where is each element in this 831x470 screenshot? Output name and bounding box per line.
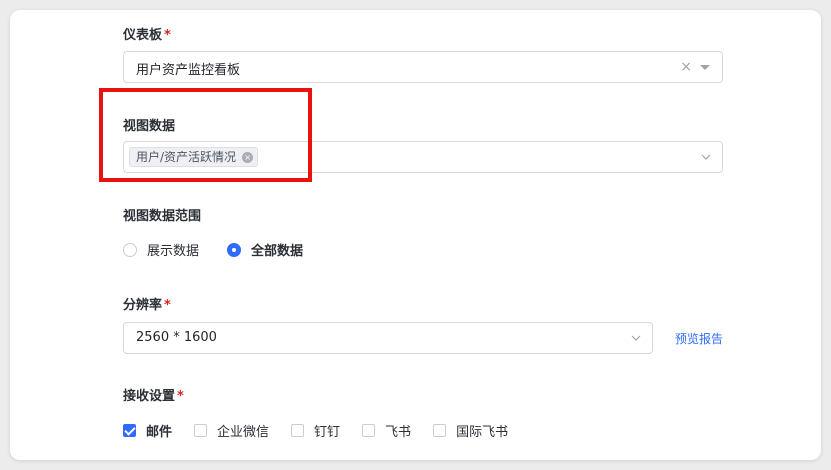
highlight-box xyxy=(99,88,312,182)
resolution-label: 分辨率 * xyxy=(123,294,171,313)
checkbox-wecom-label[interactable]: 企业微信 xyxy=(217,421,269,440)
dashboard-label-text: 仪表板 xyxy=(123,28,163,43)
receive-label-text: 接收设置 xyxy=(123,389,176,404)
checkbox-dingtalk-label[interactable]: 钉钉 xyxy=(314,421,340,440)
radio-show-data[interactable] xyxy=(123,242,137,257)
checkbox-feishu[interactable] xyxy=(362,424,376,437)
dashboard-label: 仪表板 * xyxy=(123,24,171,43)
checkbox-email-label[interactable]: 邮件 xyxy=(146,421,172,440)
required-mark: * xyxy=(164,298,171,313)
receive-checkbox-group: 邮件 企业微信 钉钉 飞书 国际飞书 xyxy=(123,421,530,440)
view-range-label-text: 视图数据范围 xyxy=(123,209,202,224)
receive-label: 接收设置 * xyxy=(123,385,184,404)
close-icon[interactable]: × xyxy=(680,58,692,76)
dashboard-select[interactable]: 用户资产监控看板 × xyxy=(123,51,723,83)
radio-all-data-label[interactable]: 全部数据 xyxy=(251,240,303,259)
view-range-label: 视图数据范围 xyxy=(123,205,201,224)
required-mark: * xyxy=(164,28,171,43)
view-range-radio-group: 展示数据 全部数据 xyxy=(123,240,331,259)
chevron-down-icon xyxy=(701,154,711,160)
checkbox-dingtalk[interactable] xyxy=(291,424,305,437)
checkbox-email[interactable] xyxy=(123,424,136,437)
dashboard-select-value: 用户资产监控看板 xyxy=(136,63,241,78)
checkbox-feishu-label[interactable]: 飞书 xyxy=(385,421,411,440)
preview-report-link[interactable]: 预览报告 xyxy=(675,330,723,347)
required-mark: * xyxy=(177,389,184,404)
chevron-down-icon xyxy=(631,335,641,341)
checkbox-lark-label[interactable]: 国际飞书 xyxy=(456,421,508,440)
resolution-select-value: 2560 * 1600 xyxy=(136,330,217,345)
checkbox-lark[interactable] xyxy=(433,424,447,437)
radio-all-data[interactable] xyxy=(227,242,242,257)
resolution-select[interactable]: 2560 * 1600 xyxy=(123,322,653,354)
resolution-label-text: 分辨率 xyxy=(123,298,163,313)
caret-down-icon xyxy=(700,65,710,70)
radio-show-data-label[interactable]: 展示数据 xyxy=(147,240,199,259)
checkbox-wecom[interactable] xyxy=(194,424,208,437)
